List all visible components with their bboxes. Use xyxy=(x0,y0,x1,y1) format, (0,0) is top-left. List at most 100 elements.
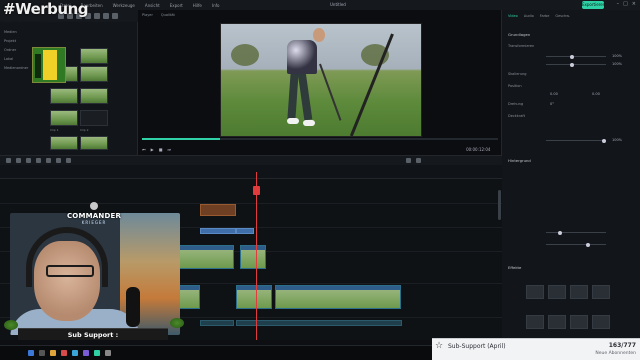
stop-icon[interactable]: ■ xyxy=(159,147,163,152)
tab-speed[interactable]: Geschw. xyxy=(555,14,570,18)
media-thumbnail[interactable] xyxy=(50,136,78,150)
playhead-icon[interactable] xyxy=(253,186,260,195)
tab-color[interactable]: Farbe xyxy=(540,14,550,18)
widget-sub-label: Neue Abonnenten xyxy=(595,351,636,356)
search-icon[interactable] xyxy=(39,350,45,356)
palm-icon xyxy=(170,318,184,328)
nav-item-media[interactable]: Medien xyxy=(4,28,44,37)
section-basic[interactable]: Grundlagen xyxy=(508,32,530,37)
tab-player[interactable]: Player xyxy=(142,13,153,17)
bg-slider[interactable] xyxy=(546,230,606,235)
effect-tile[interactable] xyxy=(526,315,544,329)
audio-clip[interactable] xyxy=(236,320,402,326)
bg-slider[interactable] xyxy=(546,242,606,247)
emblem-icon xyxy=(90,202,98,210)
playhead[interactable] xyxy=(256,172,257,340)
tab-audio[interactable]: Audio xyxy=(524,14,534,18)
browser-icon[interactable] xyxy=(72,350,78,356)
zoom-out-icon[interactable] xyxy=(406,158,411,163)
tab-quality[interactable]: Qualität xyxy=(161,13,175,17)
next-frame-icon[interactable]: ⏭ xyxy=(167,147,171,152)
media-thumbnail[interactable] xyxy=(50,110,78,126)
prop-scale: Skalierung xyxy=(508,72,527,76)
scale-y-value: 100% xyxy=(612,62,623,66)
webcam-overlay xyxy=(10,213,180,335)
media-thumbnail[interactable] xyxy=(50,88,78,104)
play-icon[interactable]: ▶ xyxy=(151,147,154,152)
video-preview[interactable] xyxy=(220,23,422,137)
effect-tile[interactable] xyxy=(526,285,544,299)
menu-help[interactable]: Hilfe xyxy=(193,3,202,8)
effect-tile[interactable] xyxy=(570,315,588,329)
timeline-clip[interactable] xyxy=(240,245,266,269)
nav-item-project[interactable]: Projekt xyxy=(4,37,44,46)
editor-icon[interactable] xyxy=(94,350,100,356)
menu-tools[interactable]: Werkzeuge xyxy=(113,3,135,8)
media-thumbnail[interactable] xyxy=(80,48,108,64)
audio-clip[interactable] xyxy=(200,320,234,326)
pos-x-value[interactable]: 0.00 xyxy=(550,92,558,96)
effects-icon[interactable] xyxy=(94,13,100,19)
logo-icon xyxy=(32,47,66,83)
media-thumbnail[interactable] xyxy=(80,110,108,126)
preview-tabs: Player Qualität xyxy=(142,13,175,17)
tab-video[interactable]: Video xyxy=(508,14,518,18)
timeline-clip[interactable] xyxy=(178,245,234,269)
redo-icon[interactable] xyxy=(16,158,21,163)
effect-tile[interactable] xyxy=(592,315,610,329)
media-thumbnail[interactable] xyxy=(80,136,108,150)
prev-frame-icon[interactable]: ⏮ xyxy=(142,147,146,152)
effect-tile[interactable] xyxy=(592,285,610,299)
stickers-icon[interactable] xyxy=(103,13,109,19)
timeline-clip[interactable] xyxy=(275,285,401,309)
media-panel: Medien Projekt Ordner Lokal Medienordner… xyxy=(0,22,138,155)
pos-y-value[interactable]: 0.00 xyxy=(592,92,600,96)
effect-tile[interactable] xyxy=(548,315,566,329)
discord-icon[interactable] xyxy=(83,350,89,356)
templates-icon[interactable] xyxy=(112,13,118,19)
media-thumbnail[interactable] xyxy=(80,88,108,104)
split-icon[interactable] xyxy=(36,158,41,163)
star-icon: ☆ xyxy=(435,341,444,351)
scale-slider[interactable] xyxy=(546,54,606,59)
timeline-scrollbar[interactable] xyxy=(498,190,501,220)
export-button[interactable]: Exportieren xyxy=(582,1,605,9)
effect-tile[interactable] xyxy=(548,285,566,299)
timeline-ruler[interactable] xyxy=(0,165,502,179)
maximize-icon[interactable]: □ xyxy=(623,1,628,7)
minimize-icon[interactable]: – xyxy=(617,1,620,7)
marker-icon[interactable] xyxy=(66,158,71,163)
effect-tile[interactable] xyxy=(570,285,588,299)
thumb-label: Clip 1 xyxy=(50,128,59,132)
close-icon[interactable]: × xyxy=(632,1,636,7)
undo-icon[interactable] xyxy=(6,158,11,163)
preview-progress-bar[interactable] xyxy=(142,138,498,140)
zoom-in-icon[interactable] xyxy=(416,158,421,163)
start-icon[interactable] xyxy=(28,350,34,356)
menu-export[interactable]: Export xyxy=(170,3,183,8)
timeline-clip[interactable] xyxy=(178,285,200,309)
widget-count: 163/777 xyxy=(608,342,636,349)
app-icon[interactable] xyxy=(61,350,67,356)
timeline-clip[interactable] xyxy=(236,285,272,309)
timeline-clip-label[interactable] xyxy=(200,228,236,234)
media-thumbnail[interactable] xyxy=(80,66,108,82)
section-background[interactable]: Hintergrund xyxy=(508,158,531,163)
menu-view[interactable]: Ansicht xyxy=(145,3,160,8)
opacity-slider[interactable] xyxy=(546,138,606,143)
app-icon[interactable] xyxy=(105,350,111,356)
speed-icon[interactable] xyxy=(56,158,61,163)
streamer-name-line1: COMMANDER xyxy=(66,212,122,220)
section-effects[interactable]: Effekte xyxy=(508,265,521,270)
scale-y-slider[interactable] xyxy=(546,62,606,67)
prop-rotation: Drehung xyxy=(508,102,524,106)
timeline-clip[interactable] xyxy=(200,204,236,216)
timeline-clip-label[interactable] xyxy=(236,228,254,234)
crop-icon[interactable] xyxy=(46,158,51,163)
menu-bar: Datei Bearbeiten Werkzeuge Ansicht Expor… xyxy=(0,0,640,10)
prop-position: Position xyxy=(508,84,522,88)
rotation-value[interactable]: 0° xyxy=(550,102,554,106)
folder-icon[interactable] xyxy=(50,350,56,356)
delete-icon[interactable] xyxy=(26,158,31,163)
menu-info[interactable]: Info xyxy=(212,3,220,8)
